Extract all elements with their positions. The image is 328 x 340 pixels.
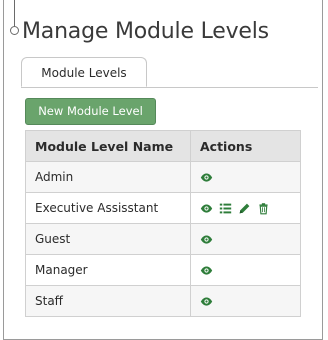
pencil-icon[interactable] [238, 202, 251, 215]
ring-decoration-icon [10, 26, 19, 35]
action-icons [200, 233, 300, 246]
trash-icon[interactable] [257, 202, 270, 215]
module-level-name-cell: Guest [25, 223, 191, 255]
column-header-actions: Actions [190, 130, 301, 162]
action-icons [200, 171, 300, 184]
actions-cell [190, 161, 301, 193]
table-header-row: Module Level Name Actions [25, 130, 301, 162]
eye-icon[interactable] [200, 295, 213, 308]
action-icons [200, 202, 300, 215]
table-row: Manager [25, 254, 301, 286]
action-icons [200, 295, 300, 308]
tab-bar: Module Levels [21, 57, 318, 88]
actions-cell [190, 223, 301, 255]
actions-cell [190, 254, 301, 286]
module-level-name-cell: Executive Assisstant [25, 192, 191, 224]
eye-icon[interactable] [200, 171, 213, 184]
eye-icon[interactable] [200, 202, 213, 215]
list-icon[interactable] [219, 202, 232, 215]
module-level-name-cell: Staff [25, 285, 191, 317]
frame-line-decoration [14, 0, 15, 27]
column-header-name[interactable]: Module Level Name [25, 130, 191, 162]
table-row: Staff [25, 285, 301, 317]
module-level-name-cell: Manager [25, 254, 191, 286]
tab-module-levels[interactable]: Module Levels [21, 57, 147, 87]
actions-cell [190, 192, 301, 224]
eye-icon[interactable] [200, 264, 213, 277]
new-module-level-button[interactable]: New Module Level [25, 98, 156, 125]
action-icons [200, 264, 300, 277]
table-row: Admin [25, 161, 301, 193]
page-title: Manage Module Levels [22, 19, 269, 44]
module-level-name-cell: Admin [25, 161, 191, 193]
table-row: Executive Assisstant [25, 192, 301, 224]
eye-icon[interactable] [200, 233, 213, 246]
table-row: Guest [25, 223, 301, 255]
module-levels-table: Module Level Name Actions Admin Executive… [25, 130, 301, 317]
actions-cell [190, 285, 301, 317]
